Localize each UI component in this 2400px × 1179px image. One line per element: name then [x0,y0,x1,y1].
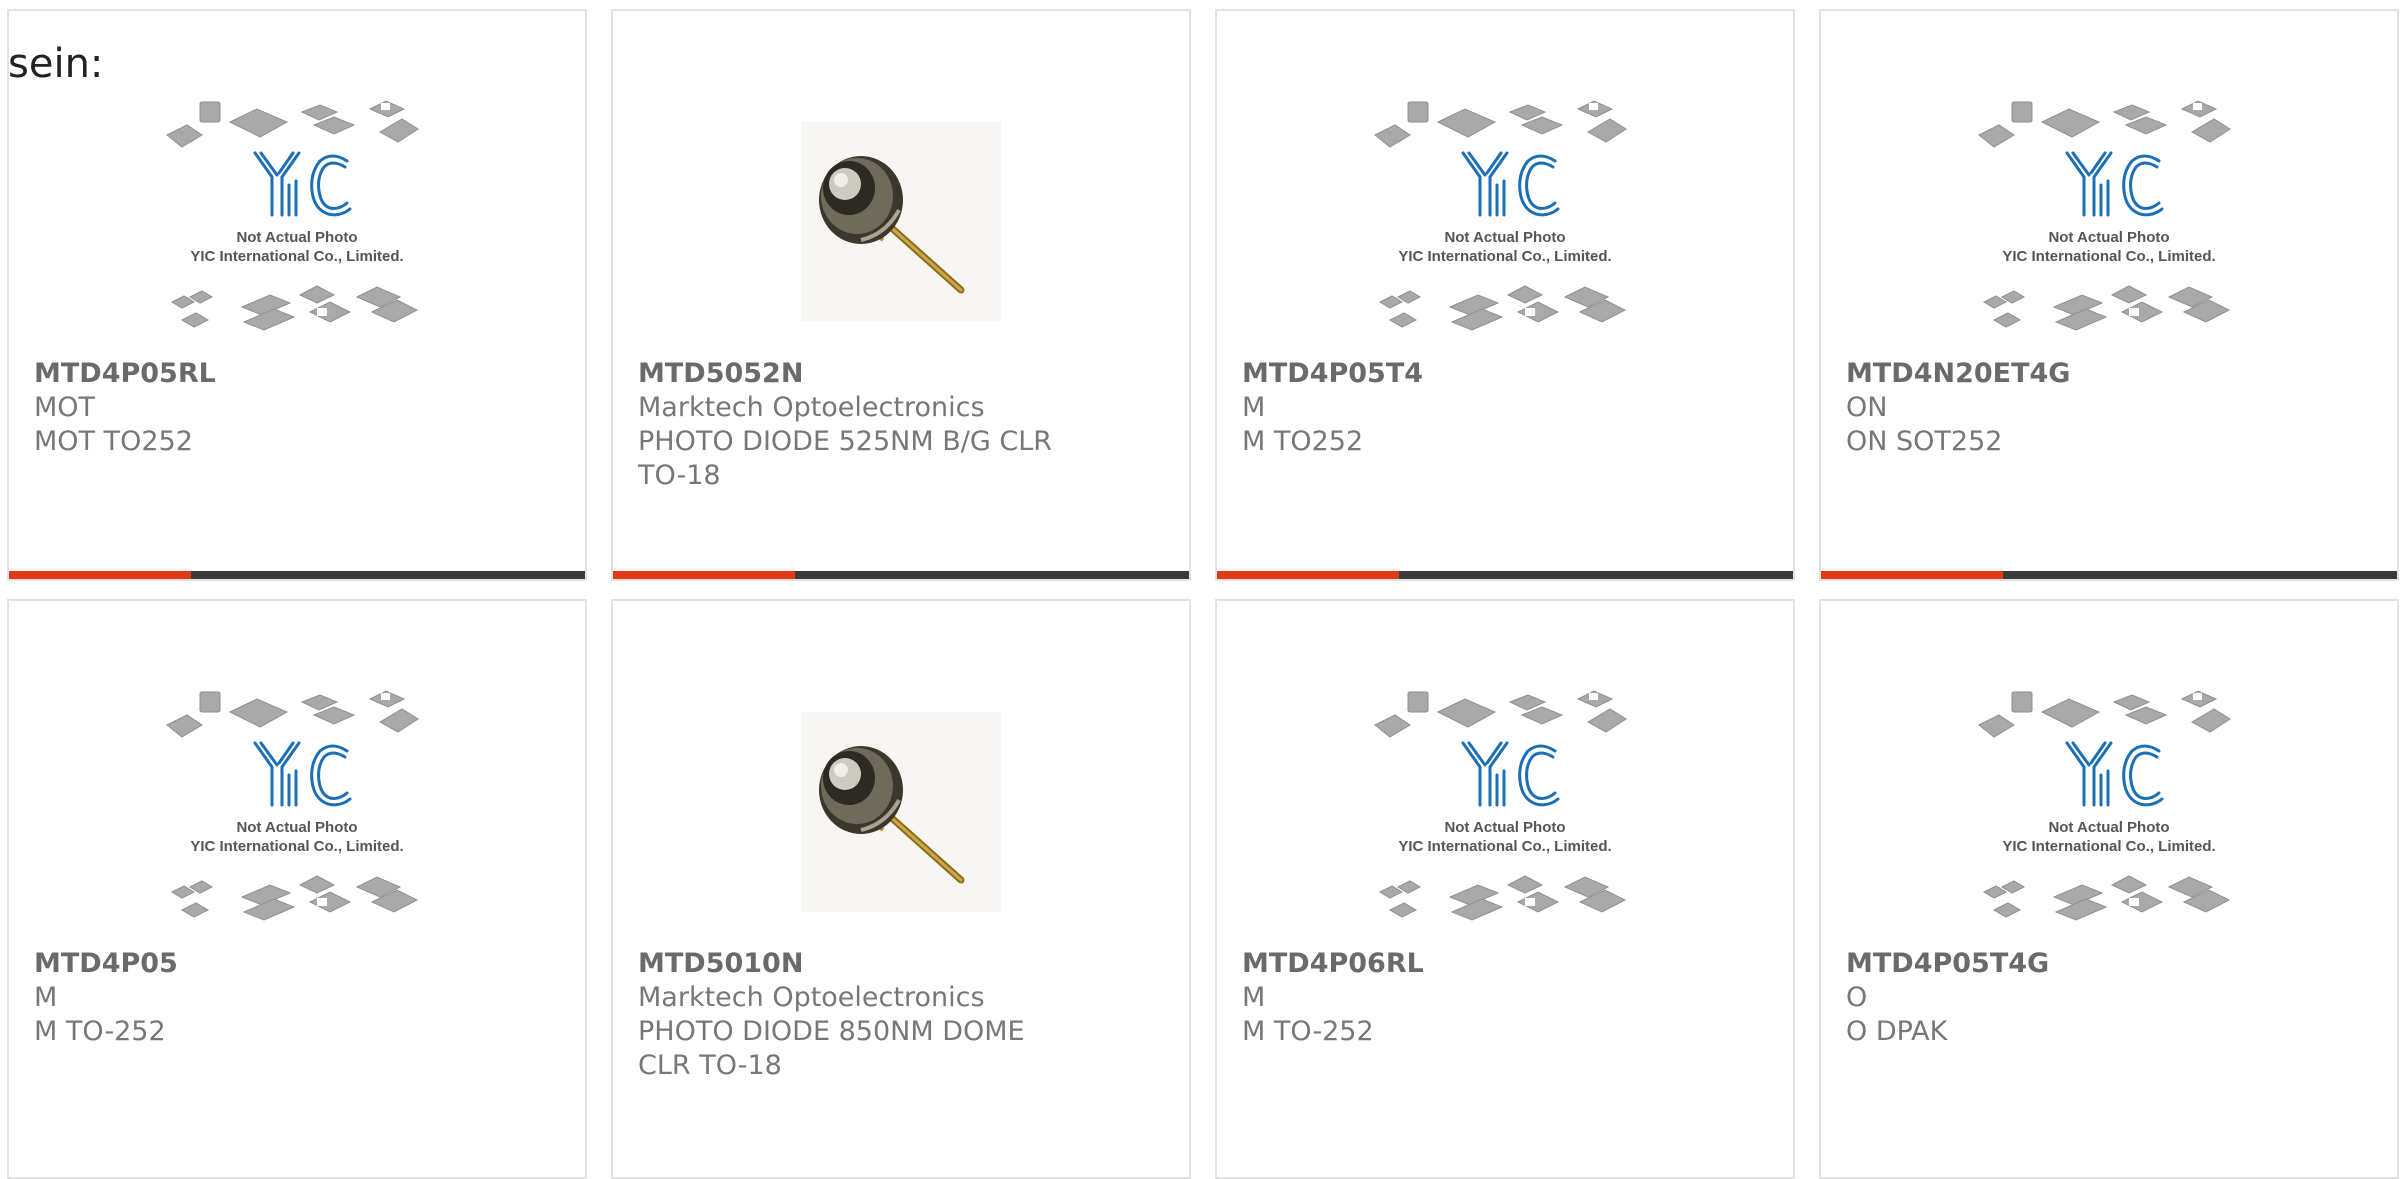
card-footer-bar [1217,571,1793,579]
product-info: MTD5052N Marktech Optoelectronics PHOTO DI… [638,357,1169,493]
product-card[interactable]: Not Actual Photo YIC International Co., … [7,599,587,1179]
product-image[interactable]: Not Actual Photo YIC International Co., … [1821,93,2397,351]
manufacturer: Marktech Optoelectronics [638,982,985,1013]
card-footer-accent [1217,571,1399,579]
part-number-link[interactable]: MTD5052N [638,357,1169,391]
product-card[interactable]: Not Actual Photo YIC International Co., … [7,9,587,581]
yic-placeholder-image: Not Actual Photo YIC International Co., … [166,690,419,921]
placeholder-caption-1: Not Actual Photo [2048,819,2169,836]
description: MOT TO252 [34,426,193,457]
product-image[interactable]: Not Actual Photo YIC International Co., … [1217,93,1793,351]
manufacturer: M [34,982,58,1013]
part-number-link[interactable]: MTD4P05RL [34,357,565,391]
section-label: sein: [8,41,104,87]
description: PHOTO DIODE 525NM B/G CLR TO-18 [638,426,1052,491]
yic-placeholder-image: Not Actual Photo YIC International Co., … [1374,690,1627,921]
yic-placeholder-image: Not Actual Photo YIC International Co., … [1978,690,2231,921]
description: PHOTO DIODE 850NM DOME CLR TO-18 [638,1016,1025,1081]
part-number-link[interactable]: MTD4P05 [34,947,565,981]
product-info: MTD4P05RL MOT MOT TO252 [34,357,565,459]
card-footer-accent [1821,571,2003,579]
product-card[interactable]: Not Actual Photo YIC International Co., … [1215,599,1795,1179]
yic-placeholder-image: Not Actual Photo YIC International Co., … [166,100,419,331]
product-info: MTD4P05T4G O O DPAK [1846,947,2377,1049]
yic-placeholder-image: Not Actual Photo YIC International Co., … [1978,100,2231,331]
product-info: MTD5010N Marktech Optoelectronics PHOTO DI… [638,947,1169,1083]
placeholder-caption-2: YIC International Co., Limited. [190,838,403,855]
description: M TO-252 [1242,1016,1374,1047]
product-info: MTD4P05T4 M M TO252 [1242,357,1773,459]
product-image[interactable] [613,683,1189,941]
manufacturer: O [1846,982,1868,1013]
yic-placeholder-image: Not Actual Photo YIC International Co., … [1374,100,1627,331]
card-footer-accent [613,571,795,579]
product-card[interactable]: Not Actual Photo YIC International Co., … [1819,9,2399,581]
placeholder-caption-2: YIC International Co., Limited. [2002,248,2215,265]
placeholder-caption-1: Not Actual Photo [236,819,357,836]
photodiode-image [801,712,1001,912]
manufacturer: M [1242,392,1266,423]
manufacturer: MOT [34,392,96,423]
product-image[interactable]: Not Actual Photo YIC International Co., … [9,93,585,351]
product-card[interactable]: Not Actual Photo YIC International Co., … [1819,599,2399,1179]
product-image[interactable]: Not Actual Photo YIC International Co., … [9,683,585,941]
description: O DPAK [1846,1016,1948,1047]
product-card[interactable]: Not Actual Photo YIC International Co., … [1215,9,1795,581]
card-footer-bar [1821,571,2397,579]
placeholder-caption-2: YIC International Co., Limited. [190,248,403,265]
part-number-link[interactable]: MTD4P05T4 [1242,357,1773,391]
product-card[interactable]: MTD5052N Marktech Optoelectronics PHOTO DI… [611,9,1191,581]
description: ON SOT252 [1846,426,2003,457]
card-footer-bar [9,571,585,579]
card-footer-bar [613,571,1189,579]
manufacturer: ON [1846,392,1888,423]
manufacturer: M [1242,982,1266,1013]
part-number-link[interactable]: MTD4N20ET4G [1846,357,2377,391]
product-info: MTD4P06RL M M TO-252 [1242,947,1773,1049]
part-number-link[interactable]: MTD4P06RL [1242,947,1773,981]
part-number-link[interactable]: MTD5010N [638,947,1169,981]
description: M TO-252 [34,1016,166,1047]
placeholder-caption-2: YIC International Co., Limited. [1398,838,1611,855]
product-card[interactable]: MTD5010N Marktech Optoelectronics PHOTO DI… [611,599,1191,1179]
product-info: MTD4N20ET4G ON ON SOT252 [1846,357,2377,459]
product-grid: Not Actual Photo YIC International Co., … [0,0,2400,1179]
part-number-link[interactable]: MTD4P05T4G [1846,947,2377,981]
placeholder-caption-1: Not Actual Photo [1444,229,1565,246]
manufacturer: Marktech Optoelectronics [638,392,985,423]
placeholder-caption-1: Not Actual Photo [236,229,357,246]
placeholder-caption-1: Not Actual Photo [1444,819,1565,836]
product-info: MTD4P05 M M TO-252 [34,947,565,1049]
product-image[interactable] [613,93,1189,351]
placeholder-caption-2: YIC International Co., Limited. [1398,248,1611,265]
description: M TO252 [1242,426,1364,457]
product-image[interactable]: Not Actual Photo YIC International Co., … [1821,683,2397,941]
placeholder-caption-2: YIC International Co., Limited. [2002,838,2215,855]
card-footer-accent [9,571,191,579]
photodiode-image [801,122,1001,322]
placeholder-caption-1: Not Actual Photo [2048,229,2169,246]
product-image[interactable]: Not Actual Photo YIC International Co., … [1217,683,1793,941]
